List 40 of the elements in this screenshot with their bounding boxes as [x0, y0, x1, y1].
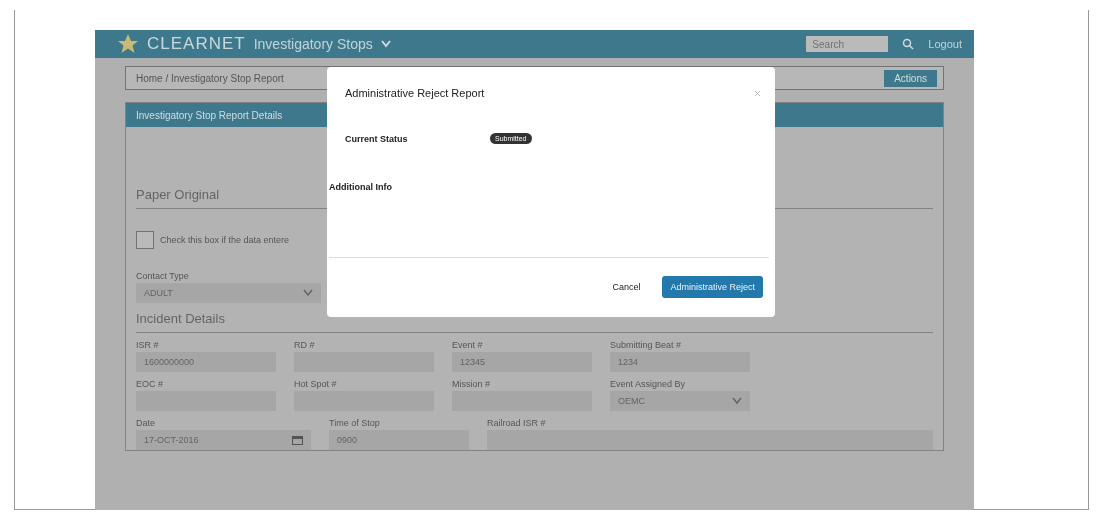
chevron-down-icon [303, 289, 313, 297]
select-field[interactable]: ADULT [136, 283, 321, 303]
field-label: Current Status [345, 133, 409, 144]
cancel-button[interactable]: Cancel [606, 281, 647, 293]
select-field[interactable]: OEMC [610, 391, 750, 411]
calendar-icon [292, 435, 303, 445]
field-label: EOC # [136, 379, 164, 389]
field-label: Time of Stop [329, 418, 381, 428]
input-field[interactable]: 1234 [610, 352, 750, 372]
input-field[interactable]: 0900 [329, 430, 469, 450]
search-icon [902, 38, 915, 50]
field-label: ISR # [136, 340, 160, 350]
field-label: Additional Info [329, 182, 393, 192]
field-label: Date [136, 418, 156, 428]
field-label: Event # [452, 340, 484, 350]
breadcrumb-text[interactable]: Home / Investigatory Stop Report [136, 72, 284, 84]
field-label: Event Assigned By [610, 379, 687, 389]
field-label: Contact Type [136, 271, 190, 281]
search-field[interactable]: Search [806, 36, 889, 52]
module-menu[interactable]: Investigatory Stops [253, 36, 373, 52]
date-field[interactable]: 17-OCT-2016 [136, 430, 311, 450]
star-badge-icon [117, 33, 139, 55]
checkbox[interactable] [136, 231, 154, 249]
field-label: Railroad ISR # [487, 418, 547, 428]
input-field[interactable]: 12345 [452, 352, 592, 372]
nav-link[interactable]: Logout [928, 38, 962, 50]
input-field[interactable]: 1600000000 [136, 352, 276, 372]
field-label: RD # [294, 340, 316, 350]
input-field[interactable] [487, 430, 933, 450]
chevron-down-icon [732, 397, 742, 405]
checkbox-label: Check this box if the data entere [160, 235, 290, 245]
field-label: Mission # [452, 379, 491, 389]
field-label: Submitting Beat # [610, 340, 683, 350]
dialog-title: Administrative Reject Report [345, 87, 485, 99]
reject-button[interactable]: Administrative Reject [662, 276, 763, 298]
brand-name: CLEARNET [147, 34, 246, 54]
actions-button[interactable]: Actions [884, 69, 937, 87]
close-icon [754, 89, 761, 97]
chevron-down-icon [380, 40, 391, 48]
field-label: Hot Spot # [294, 379, 338, 389]
